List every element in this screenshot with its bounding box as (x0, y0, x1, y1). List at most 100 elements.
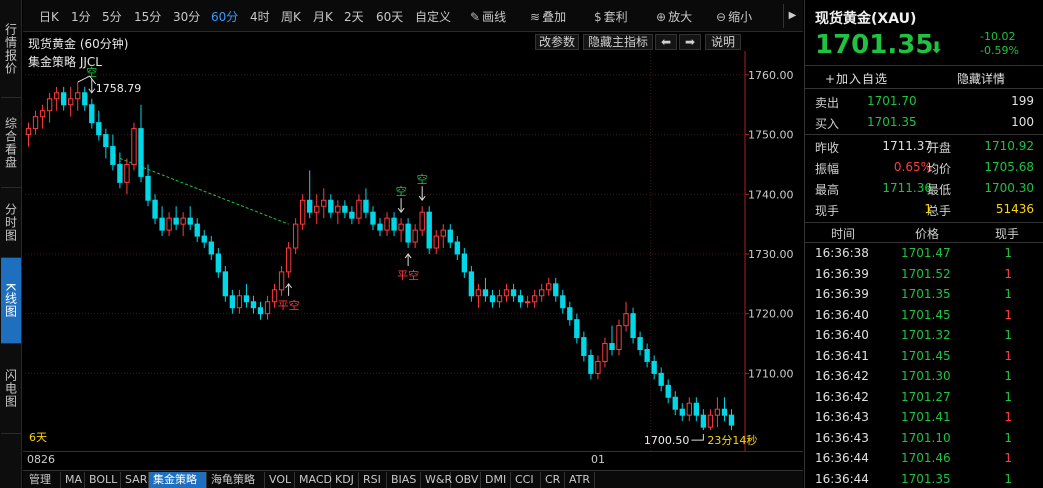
overlay-button[interactable]: ≋ 叠加 (530, 8, 566, 25)
indicator-tab-6[interactable]: VOL (265, 472, 295, 488)
candle-body (82, 92, 88, 106)
period-1min[interactable]: 1分 (71, 8, 91, 25)
add-watchlist-button[interactable]: +加入自选 (825, 70, 888, 87)
quote-panel: 现货黄金(XAU) 1701.35 ⬇ -10.02 -0.59% +加入自选 … (804, 0, 1043, 488)
draw-line-button[interactable]: ✎ 画线 (470, 8, 506, 25)
candle-body (693, 402, 700, 416)
stat-label: 均价 (927, 162, 952, 176)
stat-label: 现手 (815, 204, 840, 218)
y-tick-label: 1720.00 (748, 308, 794, 321)
hide-main-indicator-button[interactable]: 隐藏主指标 (583, 34, 653, 50)
candle-body (419, 211, 425, 231)
arrow-down-icon: ⬇ (930, 38, 944, 57)
collapse-panel-button[interactable]: ▶ (783, 4, 801, 28)
period-60day[interactable]: 60天 (376, 8, 403, 25)
indicator-tab-2[interactable]: BOLL (85, 472, 121, 488)
indicator-tab-4[interactable]: 集金策略 (149, 472, 207, 488)
period-month[interactable]: 月K (313, 8, 333, 25)
tick-row: 16:36:42 1701.27 1 (805, 387, 1043, 408)
candle-body (39, 110, 46, 118)
signal-label: 平空 (278, 298, 300, 312)
period-2day[interactable]: 2天 (344, 8, 364, 25)
period-5min[interactable]: 5分 (102, 8, 122, 25)
period-day[interactable]: 日K (39, 8, 59, 25)
vtab-lightning[interactable]: 闪电图 (1, 344, 21, 434)
candle-body (159, 217, 165, 231)
indicator-tab-12[interactable]: OBV (451, 472, 481, 488)
candle-body (714, 408, 721, 416)
candle-body (602, 343, 608, 362)
indicator-tab-8[interactable]: KDJ (331, 472, 359, 488)
stat-value: 1711.37 (882, 139, 932, 153)
indicator-tab-0[interactable]: 管理 (25, 472, 61, 488)
tick-row: 16:36:40 1701.45 1 (805, 305, 1043, 326)
candle-body (46, 98, 53, 112)
tick-volume: 1 (1004, 451, 1012, 465)
indicator-tab-7[interactable]: MACD (295, 472, 332, 488)
modify-params-button[interactable]: 改参数 (535, 34, 579, 50)
vtab-timeshare[interactable]: 分时图 (1, 188, 21, 258)
indicator-tab-3[interactable]: SAR (121, 472, 149, 488)
tick-row: 16:36:44 1701.46 1 (805, 448, 1043, 469)
candle-body (75, 92, 81, 100)
candle-body (222, 271, 229, 297)
period-60min[interactable]: 60分 (211, 8, 238, 25)
period-custom[interactable]: 自定义 (415, 8, 451, 25)
indicator-tab-9[interactable]: RSI (359, 472, 387, 488)
period-30min[interactable]: 30分 (173, 8, 200, 25)
indicator-tab-13[interactable]: DMI (481, 472, 511, 488)
buy-label: 买入 (815, 117, 840, 131)
tick-volume: 1 (1004, 307, 1012, 322)
tick-price: 1701.35 (901, 471, 951, 486)
indicator-tab-11[interactable]: W&R (421, 472, 452, 488)
vtab-overview[interactable]: 综合看盘 (1, 98, 21, 188)
candle-body (335, 205, 341, 213)
tick-row: 16:36:39 1701.52 1 (805, 264, 1043, 285)
candle-body (553, 283, 559, 297)
vtab-kline[interactable]: K线图 (1, 258, 21, 344)
indicator-tab-10[interactable]: BIAS (387, 472, 421, 488)
vtab-quote-list[interactable]: 行情报价 (1, 0, 21, 98)
candle-body (187, 217, 193, 225)
price-change-pct: -0.59% (980, 44, 1019, 57)
candle-body (651, 360, 657, 374)
arbitrage-button[interactable]: $ 套利 (594, 8, 628, 25)
candle-body (321, 199, 327, 207)
trend-line (119, 157, 289, 225)
candle-body (124, 163, 130, 183)
tick-row: 16:36:42 1701.30 1 (805, 366, 1043, 387)
indicator-tab-5[interactable]: 海龟策略 (207, 472, 265, 488)
candle-body (299, 199, 306, 225)
zoom-out-button[interactable]: ⊖ 缩小 (716, 8, 752, 25)
period-week[interactable]: 周K (281, 8, 301, 25)
candle-body (609, 343, 615, 351)
scroll-left-button[interactable]: ⬅ (655, 34, 677, 50)
candle-body (264, 301, 271, 315)
tick-volume: 1 (1004, 389, 1012, 404)
stat-value: 1710.92 (984, 139, 1034, 153)
candle-body (405, 223, 411, 243)
candle-body (201, 235, 207, 243)
indicator-tab-15[interactable]: CR (541, 472, 565, 488)
low-pointer (691, 434, 704, 441)
tick-price: 1701.32 (901, 328, 951, 342)
sell-volume: 199 (1011, 94, 1034, 108)
candle-body (616, 325, 622, 351)
period-15min[interactable]: 15分 (134, 8, 161, 25)
stat-value: 1711.36 (882, 181, 932, 195)
help-button[interactable]: 说明 (705, 34, 741, 50)
kline-chart[interactable]: 1760.00 1750.00 1740.00 1730.00 1720.00 1710.… (23, 51, 803, 451)
scroll-right-button[interactable]: ➡ (679, 34, 701, 50)
zoom-in-button[interactable]: ⊕ 放大 (656, 8, 692, 25)
countdown-label: 23分14秒 (707, 433, 757, 447)
candle-body (539, 289, 545, 297)
indicator-tab-14[interactable]: CCI (511, 472, 541, 488)
hide-detail-button[interactable]: 隐藏详情 (957, 70, 1005, 87)
indicator-tab-1[interactable]: MA (61, 472, 85, 488)
period-4h[interactable]: 4时 (250, 8, 270, 25)
candle-body (630, 313, 636, 339)
indicator-tab-16[interactable]: ATR (565, 472, 595, 488)
y-tick-label: 1750.00 (748, 129, 794, 142)
period-toolbar: 日K 1分 5分 15分 30分 60分 4时 周K 月K 2天 60天 自定义… (23, 0, 803, 32)
candle-body (349, 211, 355, 219)
